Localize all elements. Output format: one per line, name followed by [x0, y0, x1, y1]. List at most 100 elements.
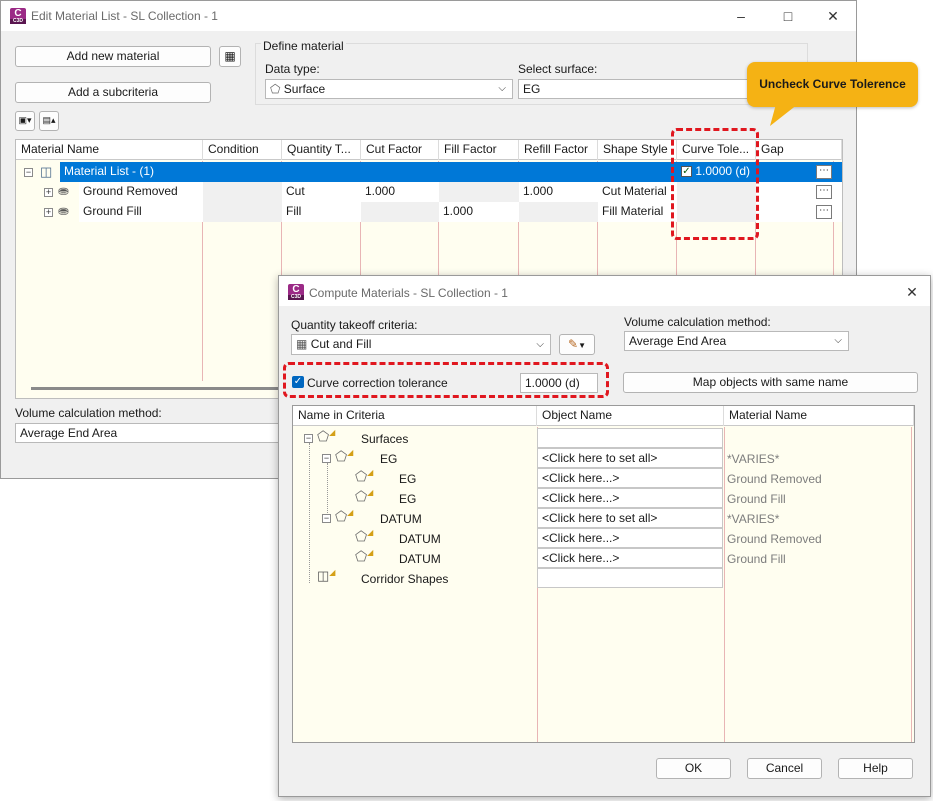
tree-item-label[interactable]: Surfaces: [361, 432, 408, 446]
minimize-icon[interactable]: –: [731, 7, 751, 25]
col-cut-factor[interactable]: Cut Factor: [361, 140, 439, 160]
collapse-icon[interactable]: −: [322, 514, 331, 523]
row-condition-cell[interactable]: [203, 182, 282, 202]
curve-tolerance-highlight: [671, 128, 759, 240]
material-truck-icon: ⛂: [58, 203, 69, 218]
object-name-cell[interactable]: <Click here to set all>: [537, 448, 723, 468]
surface-icon: ⬠◢: [335, 448, 354, 464]
chevron-down-icon: ⌵: [498, 83, 506, 94]
expand-icon[interactable]: +: [44, 208, 53, 217]
define-material-label: Define material: [261, 39, 346, 53]
edit-window-title: Edit Material List - SL Collection - 1: [31, 9, 218, 23]
tree-item-label[interactable]: EG: [380, 452, 397, 466]
row-fill-cell[interactable]: [439, 182, 519, 202]
col-fill-factor[interactable]: Fill Factor: [439, 140, 519, 160]
cancel-button[interactable]: Cancel: [747, 758, 822, 779]
pick-from-drawing-button[interactable]: ▦: [219, 46, 241, 67]
col-shape-style[interactable]: Shape Style: [598, 140, 677, 160]
row-cut-cell[interactable]: 1.000: [361, 182, 439, 202]
row-refill-cell[interactable]: 1.000: [519, 182, 598, 202]
select-surface-select[interactable]: EG: [518, 79, 758, 99]
tree-item-label[interactable]: DATUM: [399, 532, 441, 546]
tree-item-label[interactable]: EG: [399, 492, 416, 506]
collapse-icon[interactable]: −: [322, 454, 331, 463]
tree-collapse-icon: ▤▴: [42, 115, 56, 125]
tree-expand-button[interactable]: ▣▾: [15, 111, 35, 131]
col-quantity-type[interactable]: Quantity T...: [282, 140, 361, 160]
col-name-in-criteria[interactable]: Name in Criteria: [293, 406, 537, 426]
object-name-cell[interactable]: <Click here to set all>: [537, 508, 723, 528]
row-condition-cell[interactable]: [203, 202, 282, 222]
qty-takeoff-label: Quantity takeoff criteria:: [291, 318, 418, 332]
add-new-material-button[interactable]: Add new material: [15, 46, 211, 67]
material-name-cell: Ground Removed: [727, 532, 822, 546]
collapse-icon[interactable]: −: [304, 434, 313, 443]
row-fill-cell: [439, 162, 519, 182]
object-name-cell[interactable]: <Click here...>: [537, 488, 723, 508]
map-objects-button[interactable]: Map objects with same name: [623, 372, 918, 393]
row-quantity-cell[interactable]: Cut: [282, 182, 361, 202]
tree-item-label[interactable]: Corridor Shapes: [361, 572, 448, 586]
add-subcriteria-button[interactable]: Add a subcriteria: [15, 82, 211, 103]
row-fill-cell[interactable]: 1.000: [439, 202, 519, 222]
row-ellipsis-button[interactable]: ⋯: [816, 165, 832, 179]
data-type-select[interactable]: ⬠ Surface ⌵: [265, 79, 513, 99]
collapse-icon[interactable]: −: [24, 168, 33, 177]
object-name-cell[interactable]: <Click here...>: [537, 528, 723, 548]
criteria-icon: ▦: [296, 337, 308, 351]
row-refill-cell: [519, 162, 598, 182]
close-icon[interactable]: ✕: [902, 283, 922, 301]
surface-icon: ⬠◢: [355, 528, 374, 544]
grid-col-line: [724, 427, 725, 742]
row-material-name: Material List - (1): [60, 162, 203, 182]
edit-criteria-button[interactable]: ✎▼: [559, 334, 595, 355]
help-button[interactable]: Help: [838, 758, 913, 779]
row-quantity-cell[interactable]: Fill: [282, 202, 361, 222]
object-name-cell[interactable]: [537, 568, 723, 588]
callout-text: Uncheck Curve Tolerence: [759, 77, 906, 91]
pick-drawing-icon: ▦: [224, 49, 236, 63]
compute-window-titlebar: C C3D Compute Materials - SL Collection -…: [279, 276, 930, 306]
compute-window-title: Compute Materials - SL Collection - 1: [309, 286, 508, 300]
surfaces-folder-icon: ⬠◢: [317, 428, 336, 444]
close-icon[interactable]: ✕: [823, 7, 843, 25]
row-quantity-cell: [282, 162, 361, 182]
maximize-icon[interactable]: □: [778, 7, 798, 25]
tree-item-label[interactable]: DATUM: [380, 512, 422, 526]
qty-takeoff-select[interactable]: ▦ Cut and Fill ⌵: [291, 334, 551, 355]
object-name-cell[interactable]: <Click here...>: [537, 548, 723, 568]
row-shape-cell[interactable]: Fill Material: [598, 202, 677, 222]
col-object-name[interactable]: Object Name: [537, 406, 724, 426]
material-name-cell: Ground Fill: [727, 552, 786, 566]
material-name-cell: *VARIES*: [727, 452, 780, 466]
row-refill-cell[interactable]: [519, 202, 598, 222]
row-shape-cell[interactable]: Cut Material: [598, 182, 677, 202]
col-gap[interactable]: Gap: [756, 140, 842, 160]
col-condition[interactable]: Condition: [203, 140, 282, 160]
object-name-cell[interactable]: [537, 428, 723, 448]
volume-calc-select[interactable]: Average End Area ⌵: [624, 331, 849, 351]
compute-materials-window: C C3D Compute Materials - SL Collection -…: [278, 275, 931, 797]
row-ellipsis-button[interactable]: ⋯: [816, 185, 832, 199]
row-ellipsis-button[interactable]: ⋯: [816, 205, 832, 219]
material-list-icon: ◫: [40, 164, 53, 179]
row-cut-cell[interactable]: [361, 202, 439, 222]
col-refill-factor[interactable]: Refill Factor: [519, 140, 598, 160]
tree-item-label[interactable]: DATUM: [399, 552, 441, 566]
col-material-name[interactable]: Material Name: [16, 140, 203, 160]
edit-pencil-icon: ✎: [568, 337, 579, 351]
expand-icon[interactable]: +: [44, 188, 53, 197]
ok-button[interactable]: OK: [656, 758, 731, 779]
volume-calc-select[interactable]: Average End Area: [15, 423, 315, 443]
col-material-name[interactable]: Material Name: [724, 406, 914, 426]
material-name-cell: Ground Removed: [727, 472, 822, 486]
row-shape-cell: [598, 162, 677, 182]
chevron-down-icon: ⌵: [834, 335, 842, 346]
tree-collapse-button[interactable]: ▤▴: [39, 111, 59, 131]
tree-item-label[interactable]: EG: [399, 472, 416, 486]
edit-window-titlebar: C C3D Edit Material List - SL Collection …: [1, 1, 856, 31]
chevron-down-icon: ▼: [578, 341, 586, 350]
horizontal-scrollbar[interactable]: [31, 387, 281, 390]
object-name-cell[interactable]: <Click here...>: [537, 468, 723, 488]
row-condition-cell: [203, 162, 282, 182]
